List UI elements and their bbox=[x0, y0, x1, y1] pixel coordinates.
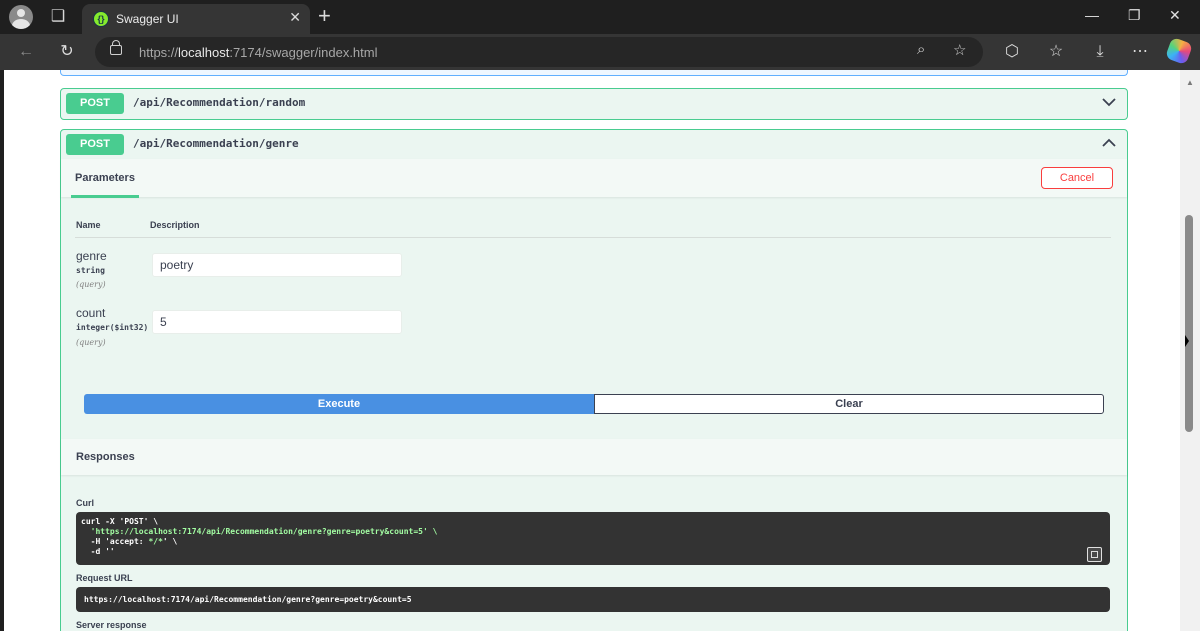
new-tab-icon[interactable]: + bbox=[318, 4, 331, 28]
genre-input[interactable] bbox=[152, 253, 402, 277]
param-type: integer($int32) bbox=[76, 323, 149, 332]
parameters-table-header: Name Description bbox=[75, 209, 1111, 238]
cancel-button[interactable]: Cancel bbox=[1041, 167, 1113, 189]
param-location: (query) bbox=[76, 280, 106, 289]
browser-tab[interactable]: {} Swagger UI ✕ bbox=[82, 4, 310, 34]
title-bar: ❑ {} Swagger UI ✕ + — ❐ ✕ bbox=[0, 0, 1200, 34]
method-badge: POST bbox=[66, 93, 124, 114]
close-icon[interactable]: ✕ bbox=[289, 9, 301, 26]
curl-line: curl -X 'POST' \ bbox=[81, 517, 159, 526]
favorite-icon[interactable]: ☆ bbox=[953, 41, 966, 59]
scroll-up-icon[interactable]: ▲ bbox=[1186, 78, 1194, 87]
minimize-icon[interactable]: — bbox=[1085, 7, 1099, 23]
window-close-icon[interactable]: ✕ bbox=[1169, 7, 1181, 24]
copy-icon[interactable] bbox=[1087, 547, 1102, 562]
responses-header: Responses bbox=[61, 439, 1127, 475]
profile-icon[interactable] bbox=[9, 5, 33, 29]
downloads-icon[interactable]: ⤓ bbox=[1088, 40, 1112, 64]
method-badge: POST bbox=[66, 134, 124, 155]
copilot-icon[interactable] bbox=[1164, 36, 1194, 66]
column-name: Name bbox=[76, 220, 101, 230]
param-type: string bbox=[76, 266, 105, 275]
server-response-label: Server response bbox=[76, 620, 147, 630]
browser-toolbar: ← ↻ https://localhost:7174/swagger/index… bbox=[0, 34, 1200, 70]
request-url-label: Request URL bbox=[76, 573, 133, 583]
tab-title: Swagger UI bbox=[116, 12, 179, 26]
responses-title: Responses bbox=[76, 451, 135, 463]
clear-button[interactable]: Clear bbox=[594, 394, 1104, 414]
swagger-favicon-icon: {} bbox=[93, 11, 109, 27]
operation-random[interactable]: POST /api/Recommendation/random bbox=[60, 88, 1128, 120]
param-name: genre bbox=[76, 249, 107, 263]
refresh-icon[interactable]: ↻ bbox=[55, 40, 79, 64]
curl-line: -d '' bbox=[81, 547, 115, 556]
operation-block-partial[interactable] bbox=[60, 70, 1128, 76]
parameters-header: Parameters Cancel bbox=[61, 159, 1127, 198]
page-viewport: POST /api/Recommendation/random POST /ap… bbox=[4, 70, 1180, 631]
execute-button[interactable]: Execute bbox=[84, 394, 594, 414]
maximize-icon[interactable]: ❐ bbox=[1128, 7, 1141, 24]
operation-path[interactable]: /api/Recommendation/genre bbox=[133, 137, 299, 150]
column-description: Description bbox=[150, 220, 200, 230]
curl-code-block[interactable]: curl -X 'POST' \ 'https://localhost:7174… bbox=[76, 512, 1110, 565]
scrollbar-thumb[interactable] bbox=[1185, 215, 1193, 432]
curl-line: 'https://localhost:7174/api/Recommendati… bbox=[81, 527, 438, 536]
workspaces-icon[interactable]: ❑ bbox=[46, 5, 70, 29]
request-url-text: https://localhost:7174/api/Recommendatio… bbox=[84, 595, 412, 604]
favorites-icon[interactable]: ☆ bbox=[1044, 40, 1068, 64]
lock-icon[interactable] bbox=[110, 40, 122, 55]
more-icon[interactable]: ⋯ bbox=[1128, 40, 1152, 64]
operation-genre: POST /api/Recommendation/genre Parameter… bbox=[60, 129, 1128, 631]
cursor-icon bbox=[1185, 335, 1189, 347]
scrollbar[interactable]: ▲ bbox=[1180, 70, 1200, 631]
param-name: count bbox=[76, 306, 106, 320]
tab-parameters[interactable]: Parameters bbox=[71, 159, 139, 198]
execute-button-group: Execute Clear bbox=[84, 394, 1104, 414]
curl-label: Curl bbox=[76, 498, 94, 508]
url-text[interactable]: https://localhost:7174/swagger/index.htm… bbox=[139, 45, 378, 60]
operation-path[interactable]: /api/Recommendation/random bbox=[133, 96, 305, 109]
extensions-icon[interactable]: ⬡ bbox=[1000, 40, 1024, 64]
chevron-up-icon[interactable] bbox=[1101, 135, 1117, 151]
request-url-block[interactable]: https://localhost:7174/api/Recommendatio… bbox=[76, 587, 1110, 612]
count-input[interactable] bbox=[152, 310, 402, 334]
curl-line: -H 'accept: */*' \ bbox=[81, 537, 178, 546]
back-icon[interactable]: ← bbox=[14, 40, 38, 64]
param-location: (query) bbox=[76, 338, 106, 347]
zoom-icon[interactable]: ⌕ bbox=[917, 41, 925, 58]
address-bar[interactable]: https://localhost:7174/swagger/index.htm… bbox=[95, 37, 983, 67]
chevron-down-icon[interactable] bbox=[1101, 94, 1117, 110]
